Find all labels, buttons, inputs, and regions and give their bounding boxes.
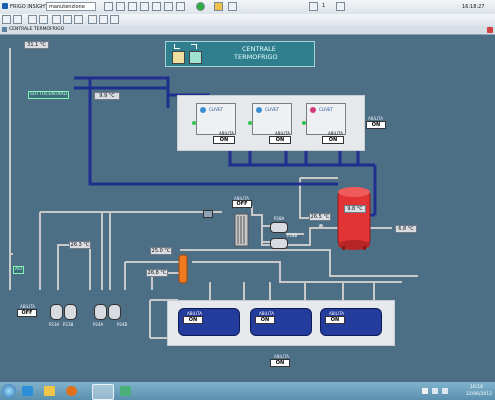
calendar-button[interactable] [152,2,161,11]
pump-p28b[interactable] [270,238,288,249]
edit-mark-icon [191,44,197,49]
check-button[interactable] [140,2,149,11]
mid-temperature-2: 26.8 °C [146,269,168,277]
pump-p24a[interactable] [94,304,107,320]
record-button[interactable] [228,2,237,11]
check-mark-icon [174,44,180,49]
ok-button[interactable] [196,2,205,11]
page-forward-button[interactable] [336,2,345,11]
exit-icon[interactable] [110,15,119,24]
chiller-2-brand: CLIVET [265,107,279,112]
chiller-3-state[interactable]: ON [322,136,344,144]
sensor-icon [319,224,323,228]
taskbar-media-icon[interactable] [66,386,77,396]
page-title-line2: TERMOFRIGO [234,53,278,61]
chiller-1-fan-icon [200,107,206,113]
mode-select-value: manutenzione [49,4,85,10]
taskbar: 16:18 22/06/2012 [0,382,495,400]
window-title: CENTRALE TERMOFRIGO [9,27,65,32]
chiller-2-state[interactable]: ON [269,136,291,144]
screen-button[interactable] [176,2,185,11]
pump-p24b-label: P24B [117,322,128,327]
header-panel: CENTRALE TERMOFRIGO [165,41,315,67]
separator-vessel [178,254,188,284]
pump-p28a-label: P28A [274,216,285,221]
page-back-button[interactable] [309,2,318,11]
tool-thumb-icon[interactable] [189,51,202,64]
app-name: FRIGO INSIGHT [10,4,48,10]
page-number: 1 [322,3,326,9]
mid-temperature-1: 25.0 °C [150,247,172,255]
settings-icon[interactable] [88,15,97,24]
chiller-3-status-icon [302,121,306,125]
cooler-group-state[interactable]: ON [270,359,290,367]
taskbar-explorer-icon[interactable] [22,386,33,396]
forward-icon[interactable] [13,15,22,24]
sottocentrali-temperature: 9.9 °C [94,92,120,100]
taskbar-app-icon[interactable] [92,384,114,400]
chiller-thumb-icon[interactable] [172,51,185,64]
tray-flag-icon [422,388,428,394]
pump-p23b[interactable] [64,304,77,320]
exchanger-state[interactable]: OFF [232,200,252,208]
start-button[interactable] [2,384,16,398]
cooler-2-state[interactable]: ON [255,316,275,324]
clock: 16:18:27 [462,4,485,10]
chiller-group-state[interactable]: ON [366,121,386,129]
trend-button[interactable] [128,2,137,11]
info-icon[interactable] [74,15,83,24]
back-icon[interactable] [2,15,11,24]
chiller-1-status-icon [192,121,196,125]
hx-pumps-temperature: 26.5 °C [309,213,331,221]
aci-label[interactable]: ACI [13,266,25,274]
cooler-1-state[interactable]: ON [183,316,203,324]
tray-network-icon [432,388,438,394]
pump-p23b-label: P23B [63,322,74,327]
taskbar-folder-icon[interactable] [44,386,55,396]
app-logo-icon [2,3,8,9]
pump-p24b[interactable] [108,304,121,320]
taskbar-date: 22/06/2012 [466,392,492,397]
grid-button[interactable] [164,2,173,11]
tool-icon[interactable] [63,15,72,24]
chiller-1-state[interactable]: ON [213,136,235,144]
taskbar-tool-icon[interactable] [120,386,131,396]
folder-icon[interactable] [52,15,61,24]
chiller-2-status-icon [248,121,252,125]
help-icon[interactable] [99,15,108,24]
close-icon[interactable] [487,27,493,33]
accumulator-tank [337,187,371,250]
chiller-3-fan-icon [310,107,316,113]
title-bar: FRIGO INSIGHT manutenzione 1 16:18:27 [0,0,495,15]
chiller-3-brand: CLIVET [319,107,333,112]
heat-exchanger [234,213,249,247]
left-line-temperature: 26.3 °C [69,241,91,249]
cooler-3-state[interactable]: ON [325,316,345,324]
print-button[interactable] [104,2,113,11]
page-title-line1: CENTRALE [242,45,276,53]
refresh-icon[interactable] [39,15,48,24]
taskbar-time: 16:18 [470,385,483,390]
tank-temperature: 9.8 °C [344,205,366,213]
pump-p23a[interactable] [50,304,63,320]
window-icon [2,27,7,32]
home-icon[interactable] [28,15,37,24]
pump-p24a-label: P24A [93,322,104,327]
pump-p28a[interactable] [270,222,288,233]
chiller-2-fan-icon [256,107,262,113]
tray-volume-icon [442,388,448,394]
pump-p23a-label: P23A [49,322,60,327]
bell-icon[interactable] [214,2,223,11]
exchanger-valve-icon[interactable] [203,210,213,218]
outside-temperature: 31.1 °C [24,41,49,49]
sottocentrali-label[interactable]: SOTTOCENTRALI [28,91,70,99]
left-pumps-state[interactable]: OFF [17,309,37,317]
alarm-button[interactable] [116,2,125,11]
chiller-1-brand: CLIVET [209,107,223,112]
tank-out-temperature: 6.8 °C [395,225,417,233]
pump-p28b-label: P28B [287,233,298,238]
mode-select[interactable]: manutenzione [46,2,96,11]
